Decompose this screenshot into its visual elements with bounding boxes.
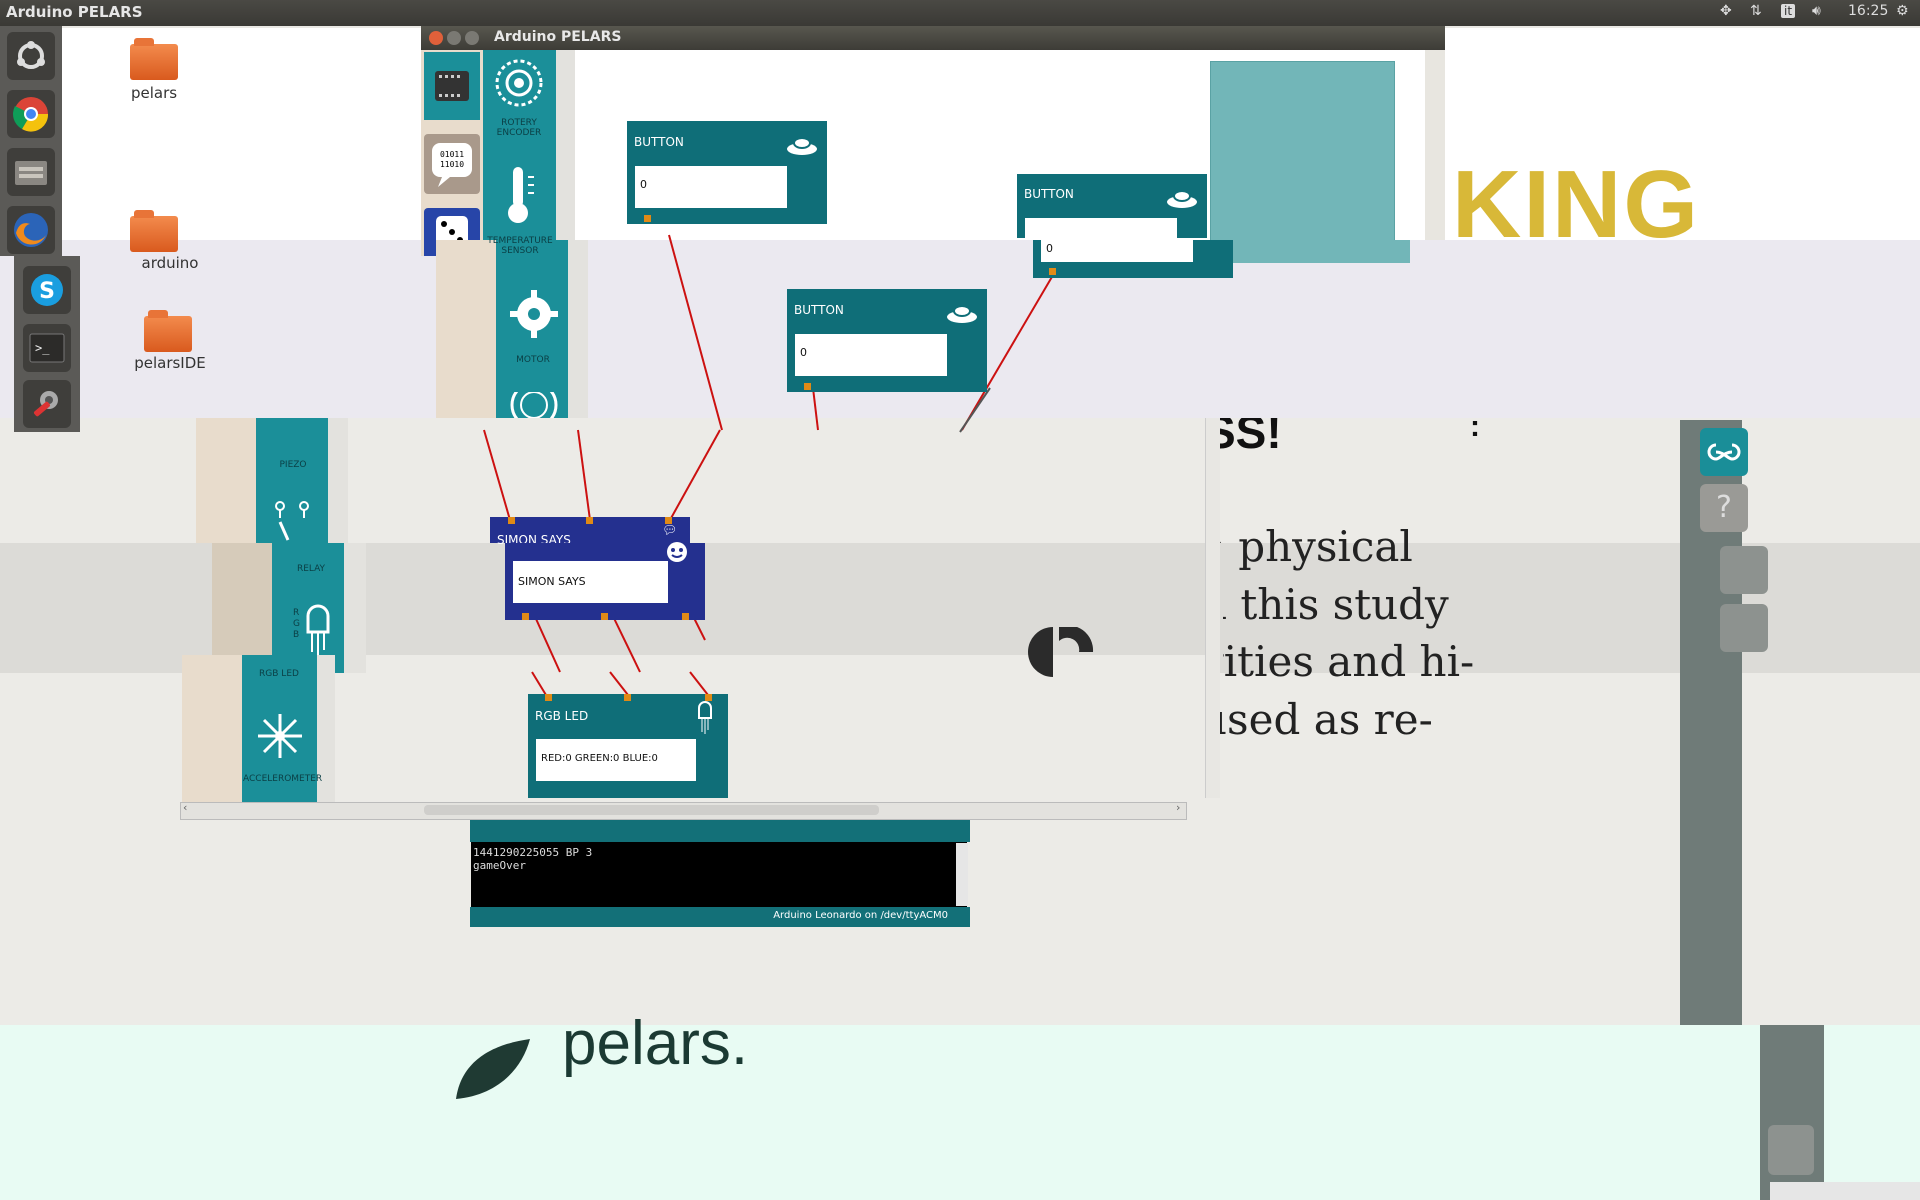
console-line: 1441290225055 BP 3 xyxy=(473,846,593,859)
spinner-icon xyxy=(1013,625,1099,681)
button-block[interactable]: BUTTON 0 xyxy=(787,289,987,392)
block-value-field[interactable]: 0 xyxy=(795,334,947,376)
button-block-icon xyxy=(1165,186,1199,214)
output-port[interactable] xyxy=(682,613,689,620)
rgb-led-block-icon xyxy=(696,700,714,738)
output-port[interactable] xyxy=(644,215,651,222)
input-port[interactable] xyxy=(545,694,552,701)
wire-layer xyxy=(483,234,1057,696)
console-line: gameOver xyxy=(473,859,526,872)
output-port[interactable] xyxy=(601,613,608,620)
block-value-field[interactable]: 0 xyxy=(635,166,787,208)
block-value-field[interactable]: 0 xyxy=(1041,240,1193,262)
input-port[interactable] xyxy=(586,517,593,524)
input-port[interactable] xyxy=(624,694,631,701)
block-title: RGB LED xyxy=(535,709,589,723)
block-value-field[interactable]: SIMON SAYS xyxy=(513,561,668,603)
console-toolbar xyxy=(470,820,970,842)
block-title: BUTTON xyxy=(634,135,684,149)
console-scrollbar[interactable] xyxy=(956,843,968,906)
output-port[interactable] xyxy=(1049,268,1056,275)
smiley-icon xyxy=(665,540,689,568)
button-block-icon xyxy=(785,133,819,161)
block-value-field[interactable] xyxy=(1025,218,1177,238)
serial-console[interactable]: 1441290225055 BP 3 gameOver xyxy=(471,842,967,907)
button-block[interactable]: BUTTON xyxy=(1017,174,1207,238)
output-port[interactable] xyxy=(804,383,811,390)
simon-says-block[interactable]: SIMON SAYS xyxy=(505,540,705,620)
rgb-led-block[interactable]: RGB LED RED:0 GREEN:0 BLUE:0 xyxy=(528,694,728,798)
block-title: BUTTON xyxy=(1024,187,1074,201)
board-status: Arduino Leonardo on /dev/ttyACM0 xyxy=(470,907,970,927)
preview-panel xyxy=(1210,61,1395,243)
block-value-field[interactable]: RED:0 GREEN:0 BLUE:0 xyxy=(536,739,696,781)
preview-panel-shadow xyxy=(1225,240,1410,263)
button-block-offset[interactable]: 0 xyxy=(1033,240,1233,278)
button-block-icon xyxy=(945,301,979,329)
speech-bubble-icon: 💬︎ xyxy=(662,523,678,537)
simon-says-block-header[interactable]: SIMON SAYS 💬︎ xyxy=(490,517,690,547)
input-port[interactable] xyxy=(508,517,515,524)
button-block[interactable]: BUTTON 0 xyxy=(627,121,827,224)
output-port[interactable] xyxy=(522,613,529,620)
block-title: BUTTON xyxy=(794,303,844,317)
